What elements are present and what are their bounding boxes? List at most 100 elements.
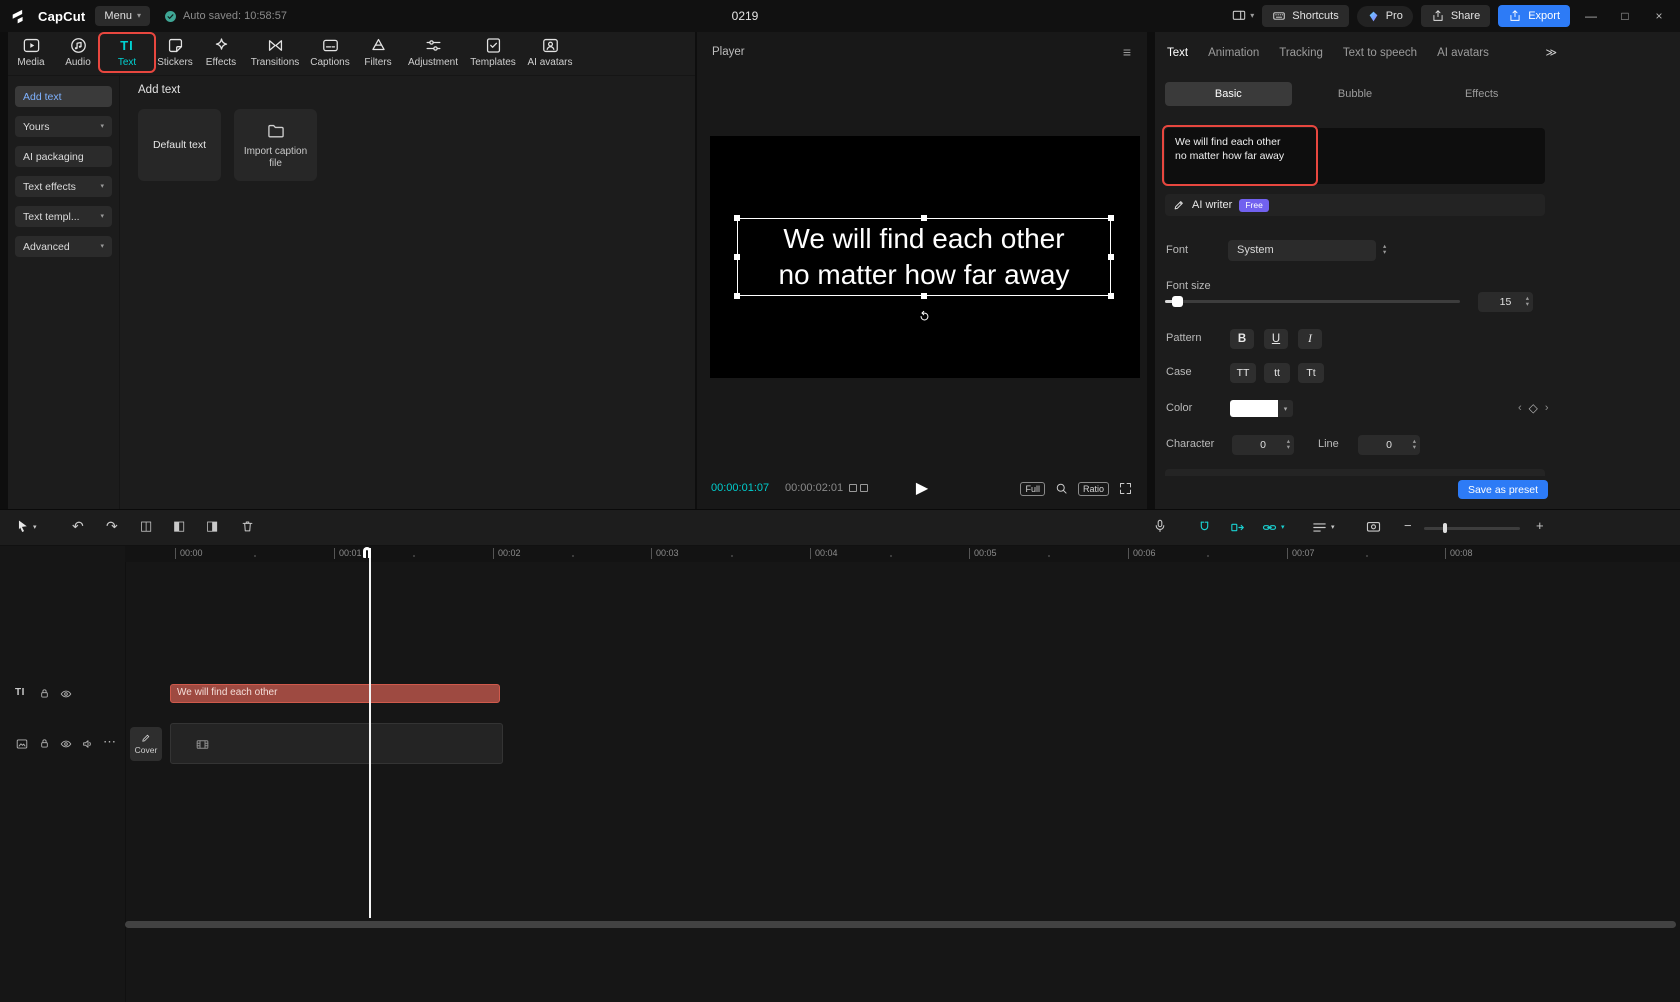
sidebar-item-advanced[interactable]: Advanced ▾ (15, 236, 112, 257)
preview-zoom-icon[interactable] (1054, 481, 1069, 496)
subtab-effects[interactable]: Effects (1418, 82, 1545, 106)
video-clip[interactable] (170, 723, 503, 764)
magnetic-toggle-icon[interactable] (1196, 519, 1213, 536)
voiceover-mic-icon[interactable] (1152, 518, 1168, 534)
player-menu-icon[interactable]: ≡ (1123, 44, 1131, 60)
prev-keyframe-icon[interactable]: ‹ (1518, 402, 1522, 414)
ribbon-tool-audio[interactable]: Audio (56, 36, 100, 68)
lock-icon[interactable] (38, 687, 51, 700)
font-size-slider-thumb[interactable] (1172, 296, 1183, 307)
selection-handle[interactable] (734, 215, 740, 221)
trim-right-icon[interactable]: ◨ (206, 519, 218, 532)
ribbon-tool-captions[interactable]: Captions (306, 36, 354, 68)
timeline-ruler[interactable]: 00:00 00:01 00:02 00:03 00:04 00:05 00:0… (125, 546, 1680, 562)
font-size-stepper[interactable]: ▴ ▾ (1526, 295, 1529, 308)
zoom-in-icon[interactable]: + (1536, 519, 1544, 532)
character-spacing-value[interactable]: 0 ▴ ▾ (1232, 435, 1294, 455)
selection-handle[interactable] (921, 215, 927, 221)
track-options-icon[interactable] (1311, 519, 1328, 536)
redo-icon[interactable]: ↷ (106, 519, 118, 533)
export-button[interactable]: Export (1498, 5, 1570, 27)
screen-capture-icon[interactable] (1365, 519, 1382, 536)
video-overlay-text[interactable]: We will find each other no matter how fa… (738, 219, 1110, 295)
auto-ripple-toggle-icon[interactable] (1229, 519, 1246, 536)
eye-icon[interactable] (59, 687, 73, 701)
full-button[interactable]: Full (1020, 481, 1045, 496)
mute-speaker-icon[interactable] (81, 737, 95, 751)
tab-text-to-speech[interactable]: Text to speech (1343, 47, 1417, 59)
case-upper-button[interactable]: TT (1230, 363, 1256, 383)
color-swatch[interactable] (1230, 400, 1278, 417)
more-options-icon[interactable]: ⋯ (103, 734, 116, 750)
eye-icon[interactable] (59, 737, 73, 751)
zoom-out-icon[interactable]: − (1404, 519, 1412, 532)
subtab-bubble[interactable]: Bubble (1292, 82, 1419, 106)
selection-handle[interactable] (921, 293, 927, 299)
trim-left-icon[interactable]: ◧ (173, 519, 185, 532)
ribbon-tool-stickers[interactable]: Stickers (152, 36, 198, 68)
select-tool-icon[interactable] (14, 518, 31, 535)
pro-badge[interactable]: Pro (1356, 5, 1413, 27)
chevron-down-icon[interactable]: ▾ (1331, 524, 1335, 531)
cover-button[interactable]: Cover (130, 727, 162, 761)
selection-handle[interactable] (1108, 215, 1114, 221)
sidebar-item-add-text[interactable]: Add text (15, 86, 112, 107)
line-stepper[interactable]: ▴ ▾ (1413, 438, 1416, 451)
zoom-slider-thumb[interactable] (1443, 523, 1447, 533)
playhead-handle[interactable] (363, 547, 371, 558)
ribbon-tool-media[interactable]: Media (10, 36, 52, 68)
chevron-down-icon[interactable]: ▾ (33, 524, 37, 531)
next-keyframe-icon[interactable]: › (1545, 402, 1549, 414)
split-icon[interactable]: ◫ (140, 519, 152, 532)
tab-tracking[interactable]: Tracking (1279, 47, 1323, 59)
tab-text[interactable]: Text (1167, 47, 1188, 59)
bold-button[interactable]: B (1230, 329, 1254, 349)
ribbon-tool-ai-avatars[interactable]: AI avatars (522, 36, 578, 68)
font-dropdown[interactable]: System (1228, 240, 1376, 261)
text-selection-box[interactable]: We will find each other no matter how fa… (734, 215, 1114, 299)
sidebar-item-text-effects[interactable]: Text effects ▾ (15, 176, 112, 197)
save-as-preset-button[interactable]: Save as preset (1458, 480, 1548, 499)
font-stepper[interactable]: ▴ ▾ (1383, 243, 1386, 256)
color-picker[interactable]: ▾ (1230, 400, 1293, 417)
sidebar-item-text-templates[interactable]: Text templ... ▾ (15, 206, 112, 227)
text-input-area[interactable]: We will find each other no matter how fa… (1165, 128, 1545, 184)
font-size-value[interactable]: 15 ▴ ▾ (1478, 292, 1533, 312)
selection-handle[interactable] (734, 254, 740, 260)
sidebar-item-ai-packaging[interactable]: AI packaging (15, 146, 112, 167)
menu-button[interactable]: Menu ▾ (95, 6, 150, 26)
layout-toggle-button[interactable]: ▾ (1231, 8, 1254, 24)
import-caption-card[interactable]: Import caption file (234, 109, 317, 181)
fullscreen-icon[interactable] (1118, 481, 1133, 496)
underline-button[interactable]: U (1264, 329, 1288, 349)
ratio-button[interactable]: Ratio (1077, 481, 1109, 496)
linkage-toggle-icon[interactable] (1261, 519, 1278, 536)
ribbon-tool-effects[interactable]: Effects (198, 36, 244, 68)
ribbon-tool-text[interactable]: TI Text (104, 36, 150, 68)
minimize-button[interactable]: — (1578, 9, 1604, 23)
shortcuts-button[interactable]: Shortcuts (1262, 5, 1349, 27)
default-text-card[interactable]: Default text (138, 109, 221, 181)
ai-writer-button[interactable]: AI writer Free (1165, 194, 1545, 216)
line-spacing-value[interactable]: 0 ▴ ▾ (1358, 435, 1420, 455)
tab-animation[interactable]: Animation (1208, 47, 1259, 59)
timeline-zoom-slider[interactable] (1424, 523, 1520, 533)
tab-ai-avatars[interactable]: AI avatars (1437, 47, 1489, 59)
selection-handle[interactable] (734, 293, 740, 299)
selection-handle[interactable] (1108, 254, 1114, 260)
character-stepper[interactable]: ▴ ▾ (1287, 438, 1290, 451)
font-size-slider[interactable] (1165, 296, 1460, 307)
delete-icon[interactable] (240, 519, 255, 534)
video-preview[interactable]: We will find each other no matter how fa… (710, 136, 1140, 378)
ribbon-tool-transitions[interactable]: Transitions (246, 36, 304, 68)
selection-handle[interactable] (1108, 293, 1114, 299)
lock-icon[interactable] (38, 737, 51, 750)
case-title-button[interactable]: Tt (1298, 363, 1324, 383)
chevron-down-icon[interactable]: ▾ (1278, 400, 1293, 417)
chevron-down-icon[interactable]: ▾ (1281, 524, 1285, 531)
ribbon-tool-adjustment[interactable]: Adjustment (402, 36, 464, 68)
share-button[interactable]: Share (1420, 5, 1491, 27)
sidebar-item-yours[interactable]: Yours ▾ (15, 116, 112, 137)
ribbon-tool-filters[interactable]: Filters (356, 36, 400, 68)
keyframe-diamond-icon[interactable]: ◇ (1529, 401, 1538, 415)
